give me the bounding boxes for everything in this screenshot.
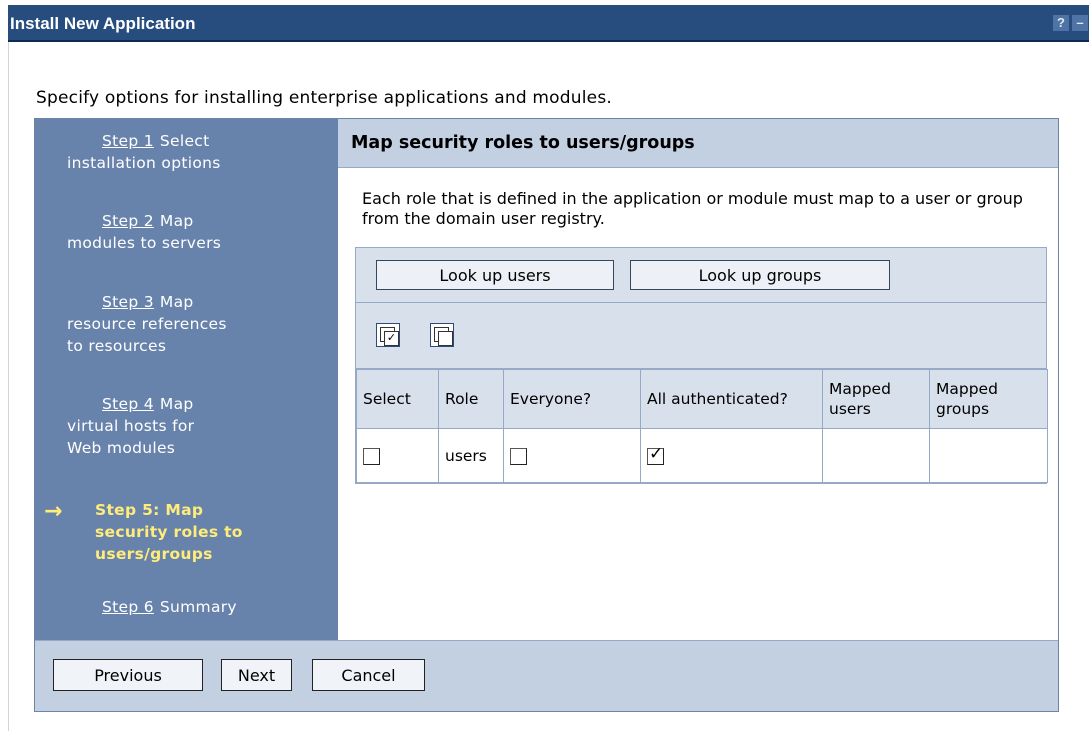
step-1-label-part2: installation options: [67, 154, 221, 172]
step-4-label-part3: Web modules: [67, 439, 176, 457]
cancel-button[interactable]: Cancel: [312, 659, 425, 691]
cell-all-authenticated: ✓: [640, 428, 823, 483]
page-left-border: [8, 42, 9, 731]
step-1: Step 1 Select installation options: [67, 130, 337, 174]
table-row: users ✓: [356, 428, 1048, 483]
deselect-all-icon-front: [438, 331, 453, 346]
cell-select: [356, 428, 439, 483]
step-6: Step 6 Summary: [67, 596, 337, 618]
cell-mapped-groups: [929, 428, 1048, 483]
step-5-label-part2: security roles to: [95, 523, 243, 541]
step-1-link[interactable]: Step 1: [102, 132, 154, 150]
wizard-content: Map security roles to users/groups Each …: [338, 119, 1058, 640]
step-6-label: Summary: [159, 598, 237, 616]
window-title: Install New Application: [10, 14, 196, 33]
minimize-icon[interactable]: –: [1072, 15, 1088, 31]
step-4-label-part1: Map: [159, 395, 194, 413]
previous-button[interactable]: Previous: [53, 659, 203, 691]
all-authenticated-checkbox[interactable]: ✓: [647, 444, 664, 465]
step-2-label-part2: modules to servers: [67, 234, 222, 252]
select-all-icon-check: ✓: [384, 331, 399, 346]
wizard-steps-panel: Step 1 Select installation options Step 2…: [35, 119, 338, 640]
install-wizard: Step 1 Select installation options Step 2…: [34, 118, 1059, 712]
deselect-all-icon[interactable]: [430, 323, 454, 347]
step-5-current: Step 5: Map security roles to users/grou…: [95, 499, 365, 565]
step-3-link[interactable]: Step 3: [102, 293, 154, 311]
col-header-role: Role: [438, 369, 504, 429]
lookup-groups-button[interactable]: Look up groups: [630, 260, 890, 290]
step-3-label-part1: Map: [159, 293, 194, 311]
intro-text: Specify options for installing enterpris…: [36, 88, 612, 108]
step-1-label-part1: Select: [159, 132, 210, 150]
current-step-arrow-icon: →: [44, 499, 63, 524]
row-select-checkbox[interactable]: [363, 447, 380, 465]
col-header-mapped-groups: Mapped groups: [929, 369, 1048, 429]
col-header-mapped-users: Mapped users: [822, 369, 930, 429]
step-2-label-part1: Map: [159, 212, 194, 230]
col-header-everyone: Everyone?: [503, 369, 641, 429]
step-4: Step 4 Map virtual hosts for Web modules: [67, 393, 337, 459]
table-header-row: Select Role Everyone? All authenticated?…: [356, 369, 1048, 429]
step-6-link[interactable]: Step 6: [102, 598, 154, 616]
table-toolbar: ✓: [356, 303, 1046, 369]
step-2: Step 2 Map modules to servers: [67, 210, 337, 254]
help-icon[interactable]: ?: [1053, 15, 1069, 31]
col-header-all-authenticated: All authenticated?: [640, 369, 823, 429]
everyone-checkbox[interactable]: [510, 447, 527, 465]
step-4-label-part2: virtual hosts for: [67, 417, 195, 435]
content-header: Map security roles to users/groups: [338, 119, 1058, 168]
cell-everyone: [503, 428, 641, 483]
check-mark-icon: ✓: [649, 443, 664, 464]
step-5-label-part1: Step 5: Map: [95, 501, 204, 519]
select-all-icon[interactable]: ✓: [376, 323, 400, 347]
step-3-label-part3: to resources: [67, 337, 167, 355]
col-header-select: Select: [356, 369, 439, 429]
step-3-label-part2: resource references: [67, 315, 227, 333]
cell-role: users: [438, 428, 504, 483]
wizard-footer: Previous Next Cancel: [35, 640, 1058, 711]
lookup-button-row: Look up users Look up groups: [356, 248, 1046, 303]
cell-mapped-users: [822, 428, 930, 483]
step-5-label-part3: users/groups: [95, 545, 213, 563]
step-3: Step 3 Map resource references to resourc…: [67, 291, 337, 357]
role-mapping-box: Look up users Look up groups ✓ Select Ro…: [355, 247, 1048, 484]
content-description: Each role that is defined in the applica…: [362, 189, 1023, 228]
lookup-users-button[interactable]: Look up users: [376, 260, 614, 290]
roles-table: Select Role Everyone? All authenticated?…: [356, 369, 1048, 483]
step-4-link[interactable]: Step 4: [102, 395, 154, 413]
window-titlebar: Install New Application ? –: [8, 5, 1089, 42]
step-2-link[interactable]: Step 2: [102, 212, 154, 230]
content-heading: Map security roles to users/groups: [351, 133, 695, 153]
next-button[interactable]: Next: [221, 659, 292, 691]
